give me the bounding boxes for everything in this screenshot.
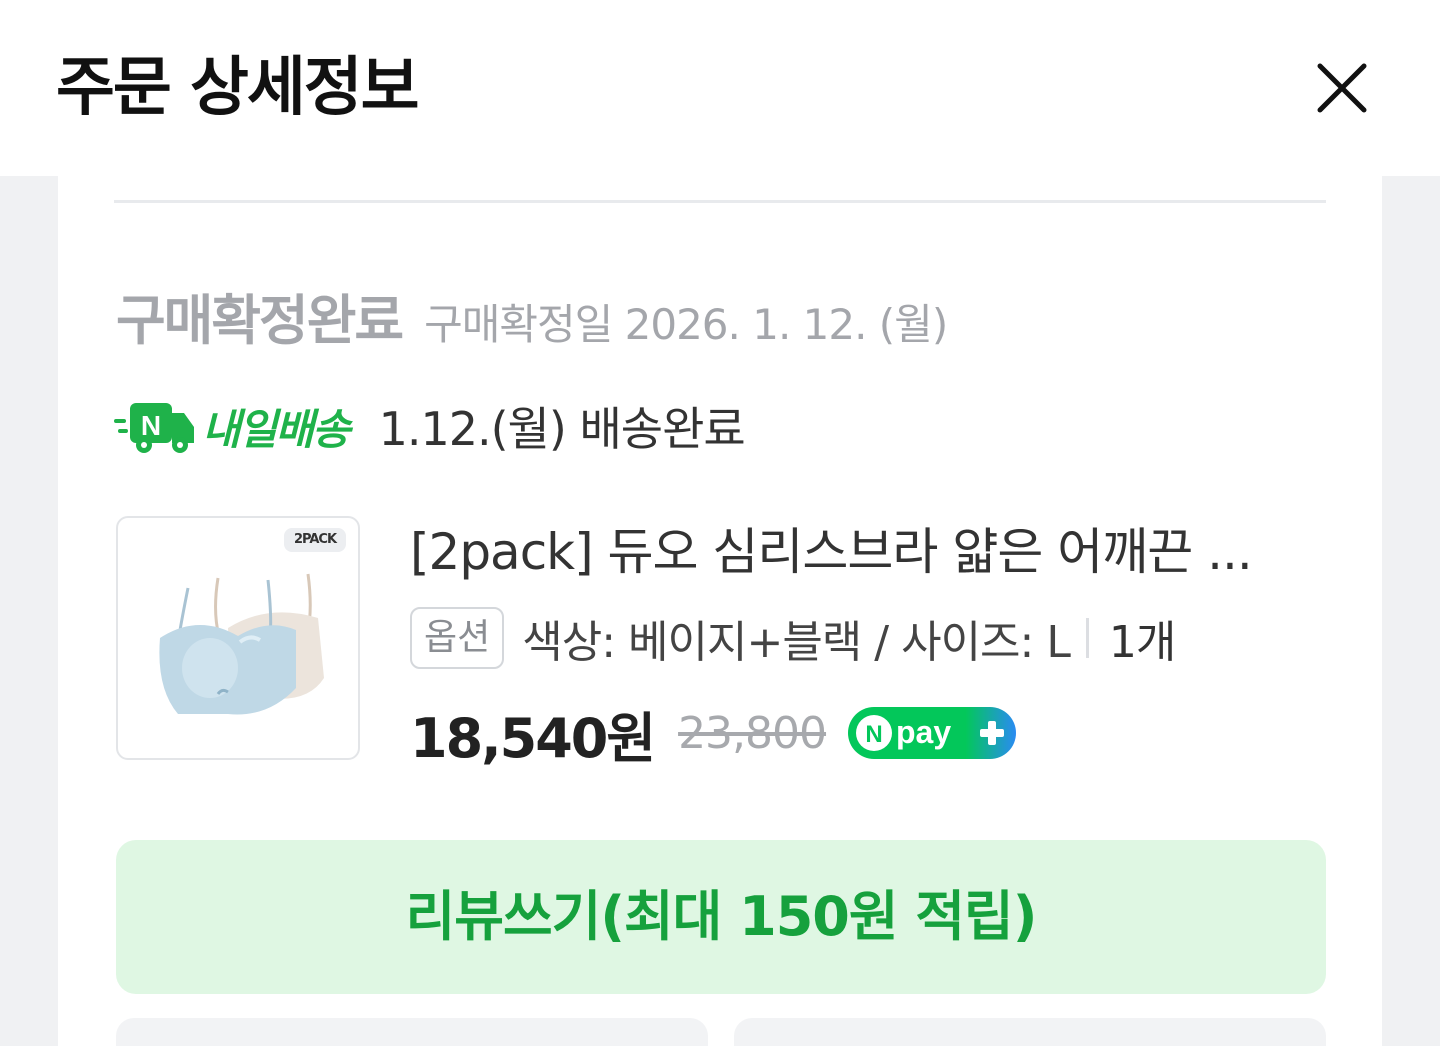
bottom-action-right[interactable]: [734, 1018, 1326, 1046]
divider: [114, 200, 1326, 203]
sale-price: 18,540원: [410, 706, 656, 770]
product-image: [159, 573, 324, 715]
original-price: 23,800: [678, 707, 827, 759]
option-separator: [1085, 618, 1089, 658]
write-review-button[interactable]: 리뷰쓰기(최대 150원 적립): [116, 840, 1326, 994]
svg-text:N: N: [141, 410, 161, 441]
truck-n-icon: N: [114, 403, 194, 453]
delivery-brand: 내일배송: [202, 404, 351, 454]
product-name[interactable]: [2pack] 듀오 심리스브라 얇은 어깨끈 ...: [410, 516, 1310, 588]
svg-text:N: N: [865, 721, 882, 748]
order-card: 구매확정완료 구매확정일 2026. 1. 12. (월) N 내일배송 1.1…: [58, 176, 1382, 1046]
close-button[interactable]: [1310, 56, 1374, 120]
pack-badge: 2PACK: [284, 528, 346, 552]
close-icon: [1317, 63, 1367, 113]
option-text: 색상: 베이지+블랙 / 사이즈: L: [522, 617, 1071, 668]
npay-plus-icon: N pay: [848, 707, 1017, 759]
confirm-date: 구매확정일 2026. 1. 12. (월): [424, 300, 948, 349]
order-status-row: 구매확정완료 구매확정일 2026. 1. 12. (월): [116, 276, 948, 352]
delivery-status: 1.12.(월) 배송완료: [378, 402, 746, 456]
order-status: 구매확정완료: [116, 289, 404, 352]
product-thumbnail[interactable]: 2PACK: [116, 516, 360, 760]
price-row: 18,540원 23,800 N pay: [410, 698, 1017, 770]
npay-label: pay: [896, 714, 951, 750]
quantity: 1개: [1108, 617, 1176, 668]
delivery-row: N 내일배송 1.12.(월) 배송완료: [114, 394, 746, 458]
option-row: 옵션 색상: 베이지+블랙 / 사이즈: L 1개: [410, 606, 1176, 670]
header: 주문 상세정보: [0, 0, 1440, 176]
bottom-action-left[interactable]: [116, 1018, 708, 1046]
option-tag: 옵션: [410, 607, 505, 669]
page-title: 주문 상세정보: [56, 51, 420, 125]
